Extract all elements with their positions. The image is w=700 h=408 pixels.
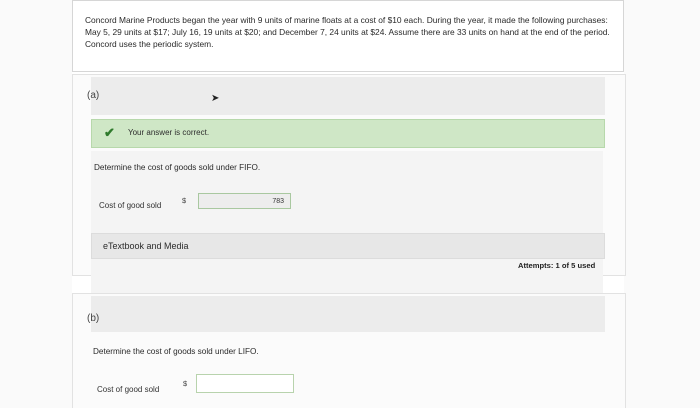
problem-statement-box: Concord Marine Products began the year w… xyxy=(72,0,624,72)
part-a-header: (a) ➤ xyxy=(87,77,605,115)
part-b-question: Determine the cost of goods sold under L… xyxy=(93,347,259,356)
part-b-currency-symbol: $ xyxy=(183,379,188,388)
correct-answer-text: Your answer is correct. xyxy=(128,128,210,137)
checkmark-icon: ✔ xyxy=(104,125,115,140)
part-a-answer-input[interactable] xyxy=(198,193,291,209)
part-b-answer-input[interactable] xyxy=(196,374,294,393)
assignment-panel: Concord Marine Products began the year w… xyxy=(72,0,626,408)
problem-statement: Concord Marine Products began the year w… xyxy=(85,15,610,50)
attempts-counter: Attempts: 1 of 5 used xyxy=(518,261,596,270)
part-b-header: (b) xyxy=(87,296,605,332)
part-a-label: (a) xyxy=(87,90,100,101)
part-a-question: Determine the cost of goods sold under F… xyxy=(94,163,261,172)
part-a-section: (a) ➤ ✔ Your answer is correct. Determin… xyxy=(72,74,626,301)
correct-answer-banner: ✔ Your answer is correct. xyxy=(91,119,605,148)
part-a-row-label: Cost of good sold xyxy=(99,201,162,210)
part-b-section: (b) Determine the cost of goods sold und… xyxy=(72,293,626,408)
etextbook-media-link[interactable]: eTextbook and Media xyxy=(103,241,189,251)
etextbook-bar: eTextbook and Media xyxy=(91,233,605,259)
part-a-question-area: Determine the cost of goods sold under F… xyxy=(91,151,603,301)
part-b-label: (b) xyxy=(87,313,100,324)
part-a-currency-symbol: $ xyxy=(182,196,187,205)
mouse-cursor-icon: ➤ xyxy=(211,93,220,104)
part-b-row-label: Cost of good sold xyxy=(97,385,160,394)
